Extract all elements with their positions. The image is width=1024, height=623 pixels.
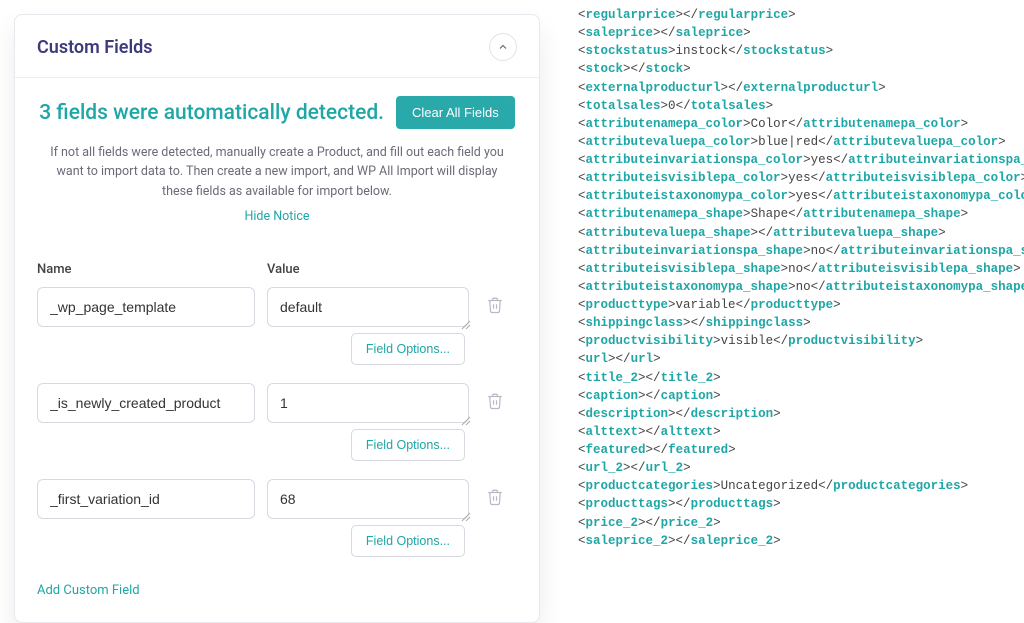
- custom-fields-card: Custom Fields 3 fields were automaticall…: [14, 14, 540, 623]
- xml-line: <price_2></price_2>: [578, 514, 1024, 532]
- xml-line: <featured></featured>: [578, 441, 1024, 459]
- xml-line: <title_2></title_2>: [578, 369, 1024, 387]
- xml-line: <stock></stock>: [578, 60, 1024, 78]
- xml-line: <attributeistaxonomypa_shape>no</attribu…: [578, 278, 1024, 296]
- xml-line: <attributeistaxonomypa_color>yes</attrib…: [578, 187, 1024, 205]
- custom-field-row: Field Options...: [15, 383, 539, 479]
- field-options-button[interactable]: Field Options...: [351, 429, 465, 461]
- add-custom-field-link[interactable]: Add Custom Field: [15, 575, 539, 598]
- value-wrap: [267, 383, 469, 423]
- xml-line: <attributevaluepa_color>blue|red</attrib…: [578, 133, 1024, 151]
- field-value-input[interactable]: [267, 383, 469, 423]
- help-text: If not all fields were detected, manuall…: [15, 139, 539, 209]
- field-options-button[interactable]: Field Options...: [351, 333, 465, 365]
- card-title: Custom Fields: [37, 37, 153, 58]
- options-row: Field Options...: [37, 327, 517, 383]
- options-row: Field Options...: [37, 519, 517, 575]
- xml-preview-panel: <regularprice></regularprice><saleprice>…: [560, 0, 1024, 614]
- xml-line: <totalsales>0</totalsales>: [578, 97, 1024, 115]
- chevron-up-icon: [497, 41, 509, 53]
- field-row: [37, 383, 517, 423]
- xml-line: <regularprice></regularprice>: [578, 6, 1024, 24]
- xml-line: <shippingclass></shippingclass>: [578, 314, 1024, 332]
- resizer-icon[interactable]: [461, 511, 471, 521]
- xml-line: <attributeisvisiblepa_shape>no</attribut…: [578, 260, 1024, 278]
- xml-line: <attributeisvisiblepa_color>yes</attribu…: [578, 169, 1024, 187]
- resizer-icon[interactable]: [461, 415, 471, 425]
- xml-line: <saleprice></saleprice>: [578, 24, 1024, 42]
- field-name-input[interactable]: [37, 479, 255, 519]
- hide-notice-link[interactable]: Hide Notice: [15, 209, 539, 242]
- trash-icon: [486, 392, 504, 410]
- options-row: Field Options...: [37, 423, 517, 479]
- xml-line: <stockstatus>instock</stockstatus>: [578, 42, 1024, 60]
- field-row: [37, 479, 517, 519]
- field-row: [37, 287, 517, 327]
- field-value-input[interactable]: [267, 287, 469, 327]
- value-column-header: Value: [267, 262, 517, 277]
- xml-line: <attributevaluepa_shape></attributevalue…: [578, 224, 1024, 242]
- xml-line: <saleprice_2></saleprice_2>: [578, 532, 1024, 550]
- resizer-icon[interactable]: [461, 319, 471, 329]
- field-name-input[interactable]: [37, 287, 255, 327]
- xml-line: <caption></caption>: [578, 387, 1024, 405]
- delete-field-button[interactable]: [481, 287, 509, 314]
- xml-line: <externalproducturl></externalproducturl…: [578, 79, 1024, 97]
- xml-line: <productvisibility>visible</productvisib…: [578, 332, 1024, 350]
- xml-line: <producttags></producttags>: [578, 495, 1024, 513]
- xml-line: <productcategories>Uncategorized</produc…: [578, 477, 1024, 495]
- fields-container: Field Options... Field Options...: [15, 287, 539, 575]
- xml-line: <attributeinvariationspa_shape>no</attri…: [578, 242, 1024, 260]
- value-wrap: [267, 479, 469, 519]
- xml-line: <description></description>: [578, 405, 1024, 423]
- xml-line: <alttext></alttext>: [578, 423, 1024, 441]
- field-options-button[interactable]: Field Options...: [351, 525, 465, 557]
- trash-icon: [486, 488, 504, 506]
- column-headers: Name Value: [15, 242, 539, 287]
- xml-line: <attributeinvariationspa_color>yes</attr…: [578, 151, 1024, 169]
- xml-line: <attributenamepa_color>Color</attributen…: [578, 115, 1024, 133]
- collapse-toggle[interactable]: [489, 33, 517, 61]
- card-header: Custom Fields: [15, 15, 539, 77]
- delete-field-button[interactable]: [481, 383, 509, 410]
- clear-all-fields-button[interactable]: Clear All Fields: [396, 96, 515, 129]
- trash-icon: [486, 296, 504, 314]
- field-name-input[interactable]: [37, 383, 255, 423]
- xml-line: <url></url>: [578, 350, 1024, 368]
- value-wrap: [267, 287, 469, 327]
- custom-field-row: Field Options...: [15, 479, 539, 575]
- custom-fields-panel: Custom Fields 3 fields were automaticall…: [0, 0, 560, 614]
- xml-line: <url_2></url_2>: [578, 459, 1024, 477]
- name-column-header: Name: [37, 262, 255, 277]
- delete-field-button[interactable]: [481, 479, 509, 506]
- detected-fields-text: 3 fields were automatically detected.: [39, 101, 384, 125]
- custom-field-row: Field Options...: [15, 287, 539, 383]
- xml-line: <attributenamepa_shape>Shape</attributen…: [578, 205, 1024, 223]
- detection-row: 3 fields were automatically detected. Cl…: [15, 78, 539, 139]
- field-value-input[interactable]: [267, 479, 469, 519]
- xml-line: <producttype>variable</producttype>: [578, 296, 1024, 314]
